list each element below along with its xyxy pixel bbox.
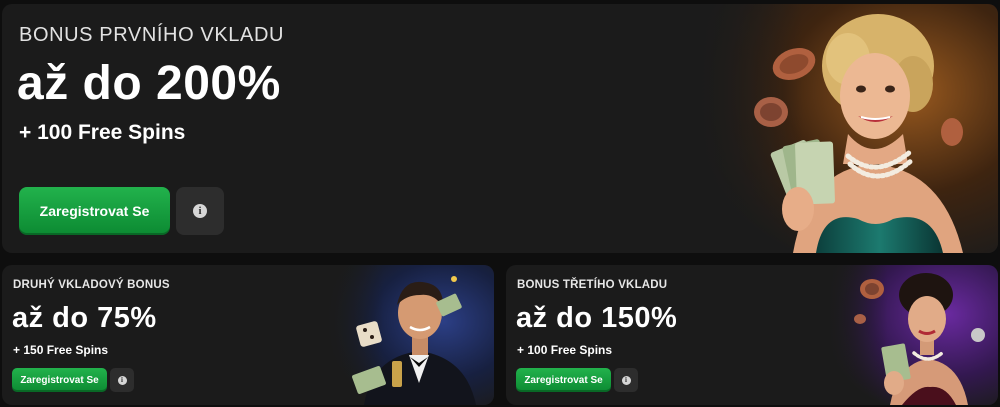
third-deposit-bonus-card: BONUS TŘETÍHO VKLADU až do 150% + 100 Fr… (506, 265, 998, 405)
info-button[interactable]: i (176, 187, 224, 235)
info-button[interactable]: i (614, 368, 638, 392)
bonus-percentage: až do 150% (516, 302, 678, 334)
bonus-title: BONUS TŘETÍHO VKLADU (517, 279, 668, 291)
man-in-tuxedo-illustration (324, 265, 494, 405)
free-spins-text: + 150 Free Spins (13, 343, 109, 357)
bonus-percentage: až do 75% (12, 302, 157, 334)
free-spins-text: + 100 Free Spins (19, 121, 186, 144)
bonus-title: DRUHÝ VKLADOVÝ BONUS (13, 279, 170, 291)
woman-with-pearls-illustration (828, 265, 998, 405)
info-icon: i (621, 375, 631, 385)
info-icon: i (117, 375, 127, 385)
second-deposit-bonus-card: DRUHÝ VKLADOVÝ BONUS až do 75% + 150 Fre… (2, 265, 494, 405)
woman-with-cash-illustration (698, 4, 998, 253)
first-deposit-bonus-card: BONUS PRVNÍHO VKLADU až do 200% + 100 Fr… (2, 4, 998, 253)
register-button[interactable]: Zaregistrovat Se (19, 187, 170, 235)
register-button[interactable]: Zaregistrovat Se (516, 368, 611, 392)
register-button[interactable]: Zaregistrovat Se (12, 368, 107, 392)
bonus-title: BONUS PRVNÍHO VKLADU (19, 24, 285, 46)
info-button[interactable]: i (110, 368, 134, 392)
bonus-percentage: až do 200% (17, 57, 281, 110)
info-icon: i (193, 204, 207, 218)
free-spins-text: + 100 Free Spins (517, 343, 613, 357)
